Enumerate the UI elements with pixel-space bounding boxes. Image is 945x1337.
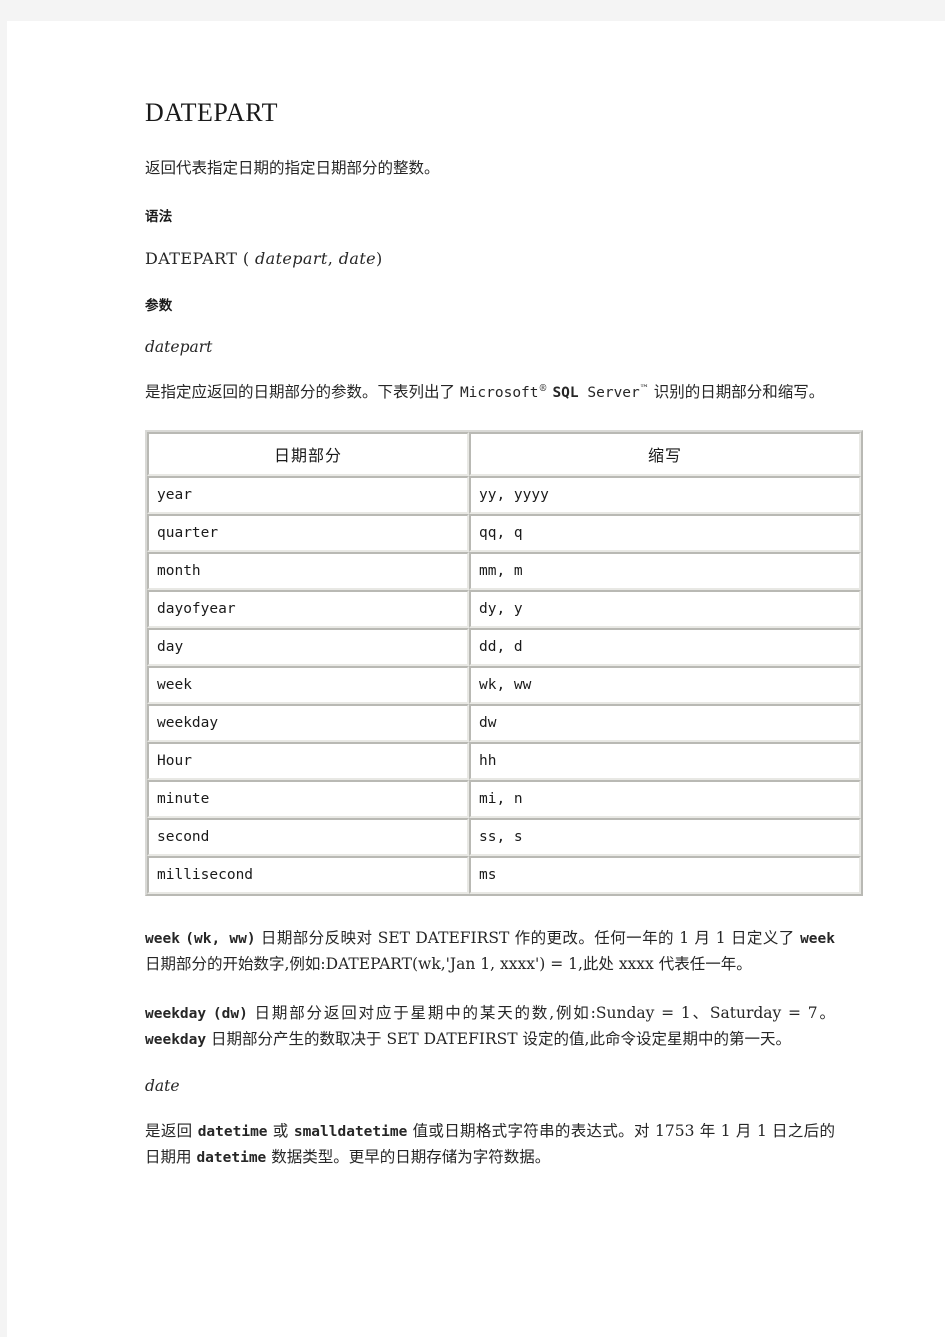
syntax-function-name: DATEPART: [145, 248, 238, 268]
trademark-mark-icon: ™: [639, 383, 649, 394]
arguments-heading: 参数: [145, 297, 173, 314]
table-cell-datepart: day: [147, 627, 469, 666]
page-sheet: DATEPART 返回代表指定日期的指定日期部分的整数。 语法 DATEPART…: [7, 21, 945, 1337]
note-weekday-paragraph: weekday (dw) 日期部分返回对应于星期中的某天的数,例如:Sunday…: [145, 1001, 835, 1053]
vendor-name: Microsoft: [459, 384, 539, 401]
table-row: dayofyear dy, y: [147, 589, 861, 628]
table-row: weekday dw: [147, 703, 861, 742]
table-cell-abbr: yy, yyyy: [469, 475, 861, 514]
param-datepart-description: 是指定应返回的日期部分的参数。下表列出了 Microsoft® SQL Serv…: [145, 380, 835, 406]
type-smalldatetime: smalldatetime: [293, 1123, 408, 1140]
table-cell-abbr: dd, d: [469, 627, 861, 666]
table-row: Hour hh: [147, 741, 861, 780]
datepart-table-body: 日期部分 缩写 year yy, yyyy quarter qq, q mont…: [147, 431, 861, 894]
table-cell-datepart: millisecond: [147, 855, 469, 894]
syntax-close-paren: ): [376, 248, 383, 268]
datepart-desc-after: 识别的日期部分和缩写。: [648, 382, 825, 401]
syntax-signature: DATEPART ( datepart, date): [145, 249, 835, 268]
page-title: DATEPART: [145, 98, 278, 127]
table-row: millisecond ms: [147, 855, 861, 894]
registered-mark-icon: ®: [538, 383, 548, 394]
table-header-datepart: 日期部分: [147, 431, 469, 476]
table-cell-datepart: month: [147, 551, 469, 590]
table-cell-datepart: weekday: [147, 703, 469, 742]
table-row: second ss, s: [147, 817, 861, 856]
table-cell-datepart: minute: [147, 779, 469, 818]
table-cell-datepart: year: [147, 475, 469, 514]
syntax-heading: 语法: [145, 208, 173, 225]
table-cell-abbr: dy, y: [469, 589, 861, 628]
note-week-term-2: week: [800, 930, 835, 947]
table-cell-abbr: ss, s: [469, 817, 861, 856]
note-week-term: week: [145, 930, 180, 947]
table-cell-abbr: mm, m: [469, 551, 861, 590]
table-cell-datepart: dayofyear: [147, 589, 469, 628]
table-row: month mm, m: [147, 551, 861, 590]
table-cell-abbr: ms: [469, 855, 861, 894]
date-text-1: 是返回: [145, 1121, 198, 1140]
note-weekday-text-1: 日期部分返回对应于星期中的某天的数,例如:Sunday = 1、Saturday…: [247, 1003, 835, 1022]
note-weekday-abbr: (dw): [212, 1005, 248, 1022]
table-row: week wk, ww: [147, 665, 861, 704]
table-header-abbr: 缩写: [469, 431, 861, 476]
table-cell-abbr: dw: [469, 703, 861, 742]
document-content: DATEPART 返回代表指定日期的指定日期部分的整数。 语法 DATEPART…: [145, 98, 863, 1195]
param-name-datepart: datepart: [145, 337, 213, 356]
table-cell-datepart: week: [147, 665, 469, 704]
date-text-4: 数据类型。更早的日期存储为字符数据。: [266, 1147, 551, 1166]
product-server: Server: [578, 384, 640, 401]
date-text-2: 或: [267, 1121, 294, 1140]
datepart-table: 日期部分 缩写 year yy, yyyy quarter qq, q mont…: [145, 429, 863, 896]
note-weekday-term-2: weekday: [145, 1031, 207, 1048]
table-cell-abbr: hh: [469, 741, 861, 780]
table-row: day dd, d: [147, 627, 861, 666]
syntax-comma: ,: [327, 248, 334, 268]
note-week-text-2: 日期部分的开始数字,例如:DATEPART(wk,'Jan 1, xxxx') …: [145, 954, 752, 973]
table-cell-abbr: qq, q: [469, 513, 861, 552]
intro-paragraph: 返回代表指定日期的指定日期部分的整数。: [145, 158, 440, 177]
table-cell-datepart: second: [147, 817, 469, 856]
table-header-row: 日期部分 缩写: [147, 431, 861, 476]
table-cell-abbr: mi, n: [469, 779, 861, 818]
param-name-date: date: [145, 1076, 180, 1095]
datepart-desc-before: 是指定应返回的日期部分的参数。下表列出了: [145, 382, 460, 401]
note-weekday-text-2: 日期部分产生的数取决于 SET DATEFIRST 设定的值,此命令设定星期中的…: [206, 1029, 791, 1048]
table-row: minute mi, n: [147, 779, 861, 818]
table-row: year yy, yyyy: [147, 475, 861, 514]
table-cell-abbr: wk, ww: [469, 665, 861, 704]
table-row: quarter qq, q: [147, 513, 861, 552]
table-cell-datepart: quarter: [147, 513, 469, 552]
note-week-abbr: (wk, ww): [185, 930, 256, 947]
note-weekday-term: weekday: [145, 1005, 207, 1022]
product-sql: SQL: [552, 384, 579, 401]
param-date-description: 是返回 datetime 或 smalldatetime 值或日期格式字符串的表…: [145, 1119, 835, 1171]
note-week-text-1: 日期部分反映对 SET DATEFIRST 作的更改。任何一年的 1 月 1 日…: [255, 928, 801, 947]
syntax-arg-datepart: datepart: [255, 248, 328, 268]
type-datetime: datetime: [197, 1123, 268, 1140]
table-cell-datepart: Hour: [147, 741, 469, 780]
syntax-arg-date: date: [338, 248, 377, 268]
note-week-paragraph: week (wk, ww) 日期部分反映对 SET DATEFIRST 作的更改…: [145, 926, 835, 977]
syntax-open-paren: (: [242, 248, 250, 268]
type-datetime-2: datetime: [196, 1149, 267, 1166]
